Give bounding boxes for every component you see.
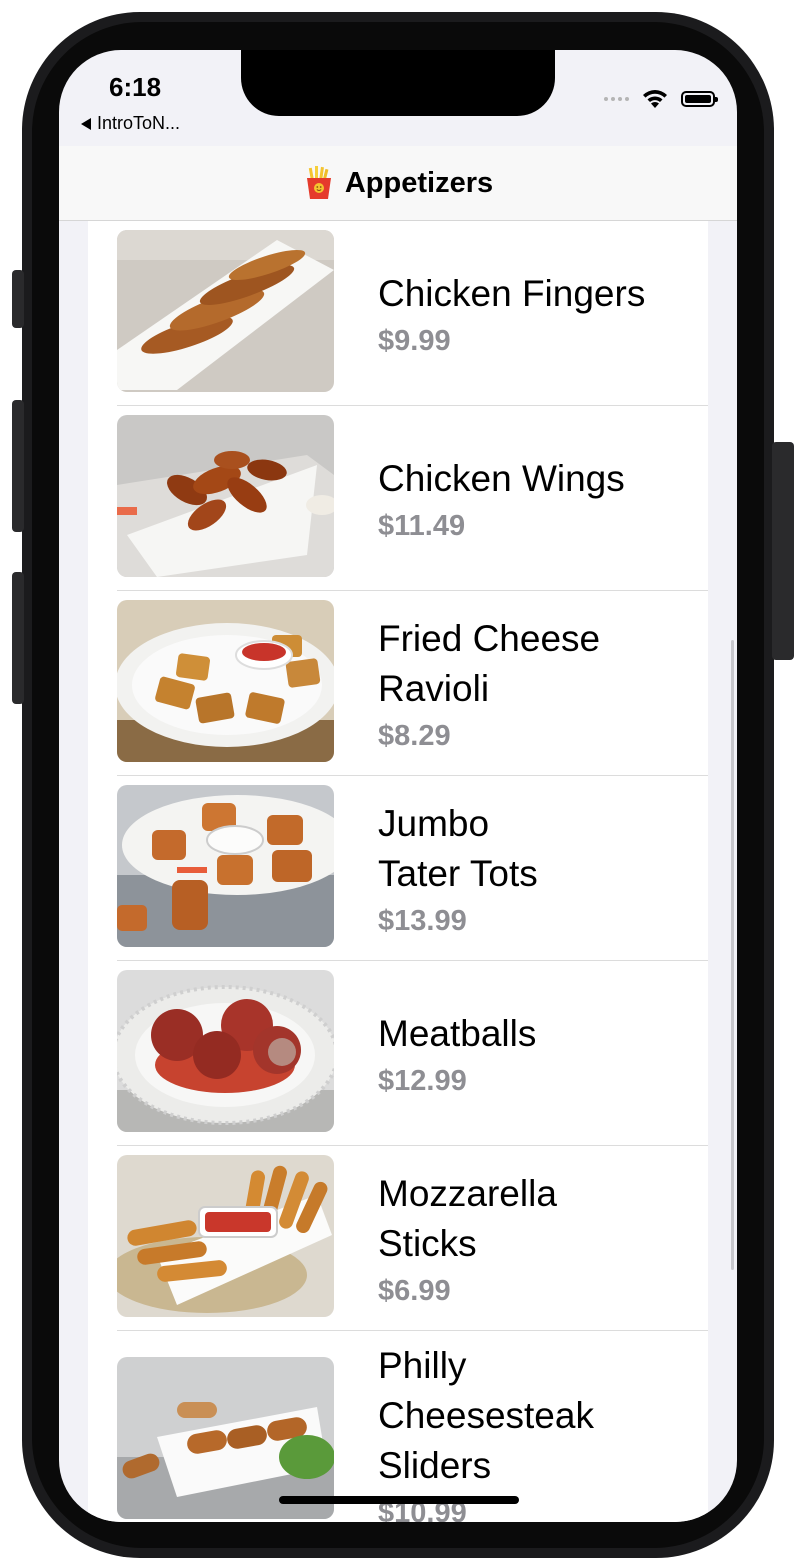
list-item[interactable]: Mozzarella Sticks $6.99 <box>88 1146 708 1331</box>
list-item[interactable]: Chicken Wings $11.49 <box>88 406 708 591</box>
navigation-bar: Appetizers <box>59 146 737 221</box>
home-indicator[interactable] <box>279 1496 519 1504</box>
item-price: $6.99 <box>378 1275 451 1307</box>
item-name: Chicken Fingers <box>378 273 646 314</box>
list-item[interactable]: Fried Cheese Ravioli $8.29 <box>88 591 708 776</box>
item-name: Jumbo Tater Tots <box>378 803 538 894</box>
item-photo-chicken-fingers <box>117 230 334 392</box>
status-indicators <box>604 88 718 110</box>
item-info: Jumbo Tater Tots $13.99 <box>378 776 698 961</box>
volume-up-button <box>12 400 24 532</box>
battery-icon <box>681 91 718 107</box>
wifi-icon <box>643 90 667 108</box>
item-info: Philly Cheesesteak Sliders $10.99 <box>378 1331 698 1522</box>
appetizer-list[interactable]: Chicken Fingers $9.99 Chicken Wings $11.… <box>88 221 708 1522</box>
item-price: $13.99 <box>378 905 467 937</box>
item-name: Philly Cheesesteak Sliders <box>378 1345 594 1486</box>
volume-down-button <box>12 572 24 704</box>
back-to-app-label: IntroToN... <box>97 113 181 133</box>
item-info: Mozzarella Sticks $6.99 <box>378 1146 698 1331</box>
item-price: $9.99 <box>378 325 451 357</box>
scroll-indicator[interactable] <box>731 640 734 1270</box>
cellular-signal-icon <box>604 97 629 101</box>
item-info: Fried Cheese Ravioli $8.29 <box>378 591 698 776</box>
item-info: Chicken Fingers $9.99 <box>378 221 698 406</box>
item-name: Meatballs <box>378 1013 537 1054</box>
item-price: $11.49 <box>378 510 466 542</box>
item-name: Fried Cheese Ravioli <box>378 618 601 709</box>
back-arrow-icon <box>81 117 91 130</box>
item-info: Chicken Wings $11.49 <box>378 406 698 591</box>
list-item[interactable]: Philly Cheesesteak Sliders $10.99 <box>88 1331 708 1522</box>
fries-emoji-icon <box>306 166 331 199</box>
item-photo-jumbo-tater-tots <box>117 785 334 947</box>
notch <box>241 50 555 116</box>
page-title: Appetizers <box>344 166 494 199</box>
item-name: Mozzarella Sticks <box>378 1173 557 1264</box>
item-info: Meatballs $12.99 <box>378 961 698 1146</box>
phone-screen: 6:18 IntroToN... Appetizers Chicken Fing… <box>59 50 737 1522</box>
list-item[interactable]: Meatballs $12.99 <box>88 961 708 1146</box>
item-photo-chicken-wings <box>117 415 334 577</box>
mute-switch <box>12 270 24 328</box>
item-photo-mozzarella-sticks <box>117 1155 334 1317</box>
item-price: $8.29 <box>378 720 451 752</box>
item-photo-meatballs <box>117 970 334 1132</box>
list-item[interactable]: Chicken Fingers $9.99 <box>88 221 708 406</box>
item-price: $12.99 <box>378 1065 467 1097</box>
back-to-app-button[interactable]: IntroToN... <box>81 113 180 134</box>
status-time: 6:18 <box>109 72 162 102</box>
item-name: Chicken Wings <box>378 458 625 499</box>
power-button <box>772 442 794 660</box>
list-item[interactable]: Jumbo Tater Tots $13.99 <box>88 776 708 961</box>
item-photo-philly-cheesesteak-sliders <box>117 1357 334 1519</box>
item-photo-fried-cheese-ravioli <box>117 600 334 762</box>
